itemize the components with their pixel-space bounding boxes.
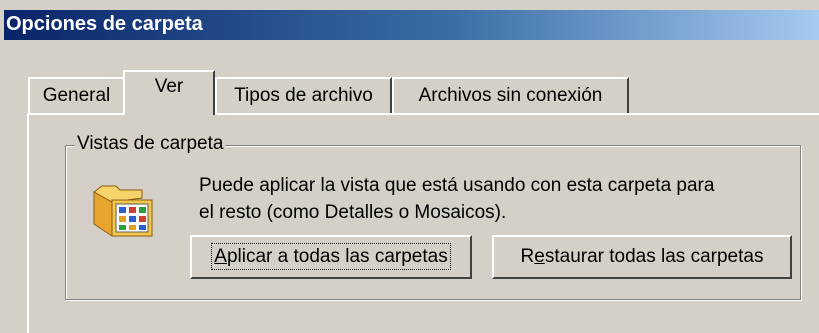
window-title: Opciones de carpeta — [6, 13, 203, 35]
apply-to-all-folders-button[interactable]: Aplicar a todas las carpetas — [190, 235, 472, 279]
folder-views-group-label: Vistas de carpeta — [75, 133, 226, 155]
tab-ver-label: Ver — [154, 76, 184, 97]
tab-general-label: General — [42, 85, 111, 106]
tab-tipos-label: Tipos de archivo — [234, 85, 373, 106]
apply-mnemonic: A — [214, 246, 227, 267]
reset-all-folders-button[interactable]: Restaurar todas las carpetas — [492, 235, 792, 279]
folder-views-icon — [93, 185, 153, 237]
reset-first: R — [520, 246, 535, 267]
tab-tipos-de-archivo[interactable]: Tipos de archivo — [215, 77, 392, 113]
apply-button-label: Aplicar a todas las carpetas — [211, 243, 451, 270]
reset-rest: staurar todas las carpetas — [544, 246, 764, 267]
title-bar-gradient[interactable]: Opciones de carpeta — [4, 10, 819, 40]
tab-ver[interactable]: Ver — [123, 70, 215, 115]
tab-general[interactable]: General — [28, 77, 125, 113]
reset-button-label: Restaurar todas las carpetas — [521, 246, 764, 267]
description-line-1: Puede aplicar la vista que está usando c… — [199, 175, 715, 196]
folder-views-description: Puede aplicar la vista que está usando c… — [199, 172, 799, 226]
title-bar[interactable]: Opciones de carpeta — [0, 0, 819, 40]
apply-rest: plicar a todas las carpetas — [226, 246, 448, 267]
tab-archivos-label: Archivos sin conexión — [418, 85, 603, 106]
reset-mnemonic: e — [534, 246, 545, 267]
description-line-2: el resto (como Detalles o Mosaicos). — [199, 202, 507, 223]
tab-archivos-sin-conexion[interactable]: Archivos sin conexión — [392, 77, 629, 113]
